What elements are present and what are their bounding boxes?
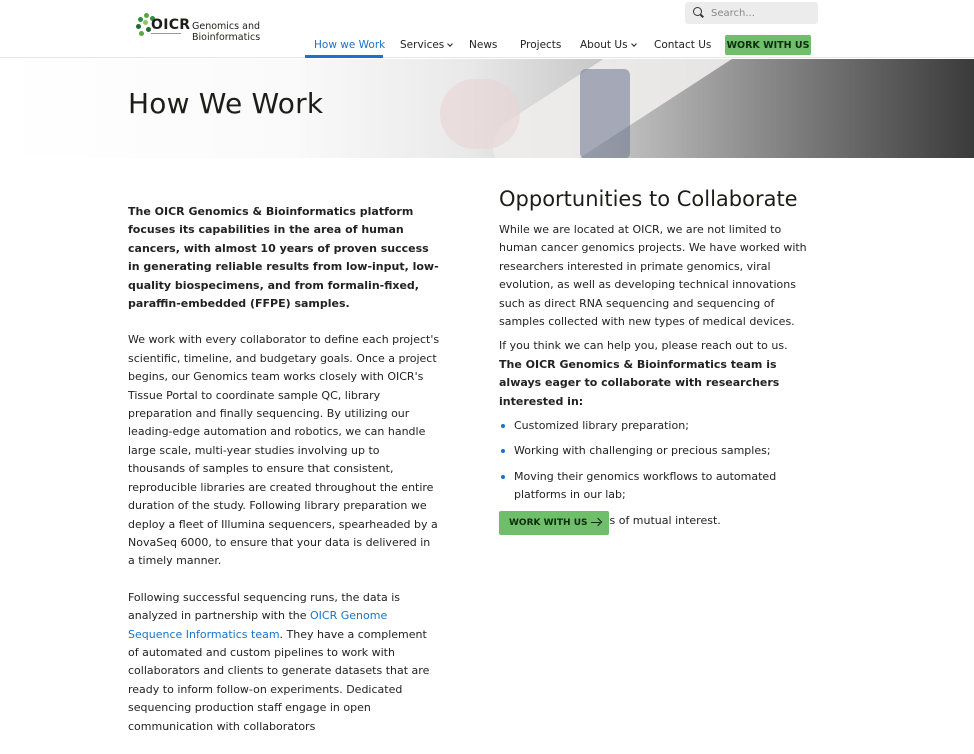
oicr-logo[interactable]: OICR Genomics and Bioinformatics bbox=[134, 8, 260, 46]
nav-item-label: About Us bbox=[580, 39, 628, 51]
nav-item-services[interactable]: Services bbox=[400, 39, 454, 61]
work-with-us-cta-button[interactable]: WORK WITH US bbox=[499, 511, 609, 535]
collaborate-heading: Opportunities to Collaborate bbox=[499, 187, 798, 211]
logo-wordmark: OICR bbox=[151, 17, 191, 33]
nav-item-label: Services bbox=[400, 39, 445, 51]
hero-banner: How We Work bbox=[0, 59, 974, 158]
page-title: How We Work bbox=[128, 87, 324, 120]
chevron-down-icon bbox=[630, 41, 637, 47]
search-box[interactable] bbox=[685, 2, 818, 24]
list-item: Moving their genomics workflows to autom… bbox=[499, 468, 809, 505]
nav-item-contact-us[interactable]: Contact Us bbox=[654, 39, 711, 61]
analysis-text-end: . They have a complement of automated an… bbox=[128, 627, 430, 733]
list-item: Customized library preparation; bbox=[499, 417, 809, 435]
arrow-right-icon bbox=[591, 518, 601, 528]
chevron-down-icon bbox=[447, 41, 454, 47]
collaborate-paragraph: While we are located at OICR, we are not… bbox=[499, 223, 807, 329]
intro-lead: The OICR Genomics & Bioinformatics platf… bbox=[128, 205, 439, 311]
cta-label: WORK WITH US bbox=[509, 518, 588, 528]
nav-item-projects[interactable]: Projects bbox=[520, 39, 561, 61]
collaborate-column: Opportunities to Collaborate While we ar… bbox=[499, 185, 809, 537]
search-icon[interactable] bbox=[693, 7, 705, 19]
process-paragraph: We work with every collaborator to defin… bbox=[128, 333, 440, 568]
logo-title: Genomics and Bioinformatics bbox=[192, 21, 261, 43]
hero-pipette-image bbox=[481, 59, 839, 158]
interests-intro: The OICR Genomics & Bioinformatics team … bbox=[499, 357, 780, 408]
reach-out-text: If you think we can help you, please rea… bbox=[499, 339, 788, 353]
list-item: Working with challenging or precious sam… bbox=[499, 442, 809, 460]
site-header: OICR Genomics and Bioinformatics How we … bbox=[0, 0, 974, 58]
intro-column: The OICR Genomics & Bioinformatics platf… bbox=[128, 203, 440, 754]
active-nav-indicator bbox=[305, 55, 383, 58]
nav-item-about-us[interactable]: About Us bbox=[580, 39, 637, 61]
work-with-us-button[interactable]: WORK WITH US bbox=[725, 35, 811, 55]
hero-tube-image bbox=[580, 69, 630, 158]
nav-item-news[interactable]: News bbox=[469, 39, 497, 61]
logo-tagline-rule bbox=[151, 33, 181, 39]
hero-glove-image bbox=[440, 79, 520, 149]
analysis-paragraph: Following successful sequencing runs, th… bbox=[128, 589, 440, 736]
search-input[interactable] bbox=[711, 7, 811, 19]
